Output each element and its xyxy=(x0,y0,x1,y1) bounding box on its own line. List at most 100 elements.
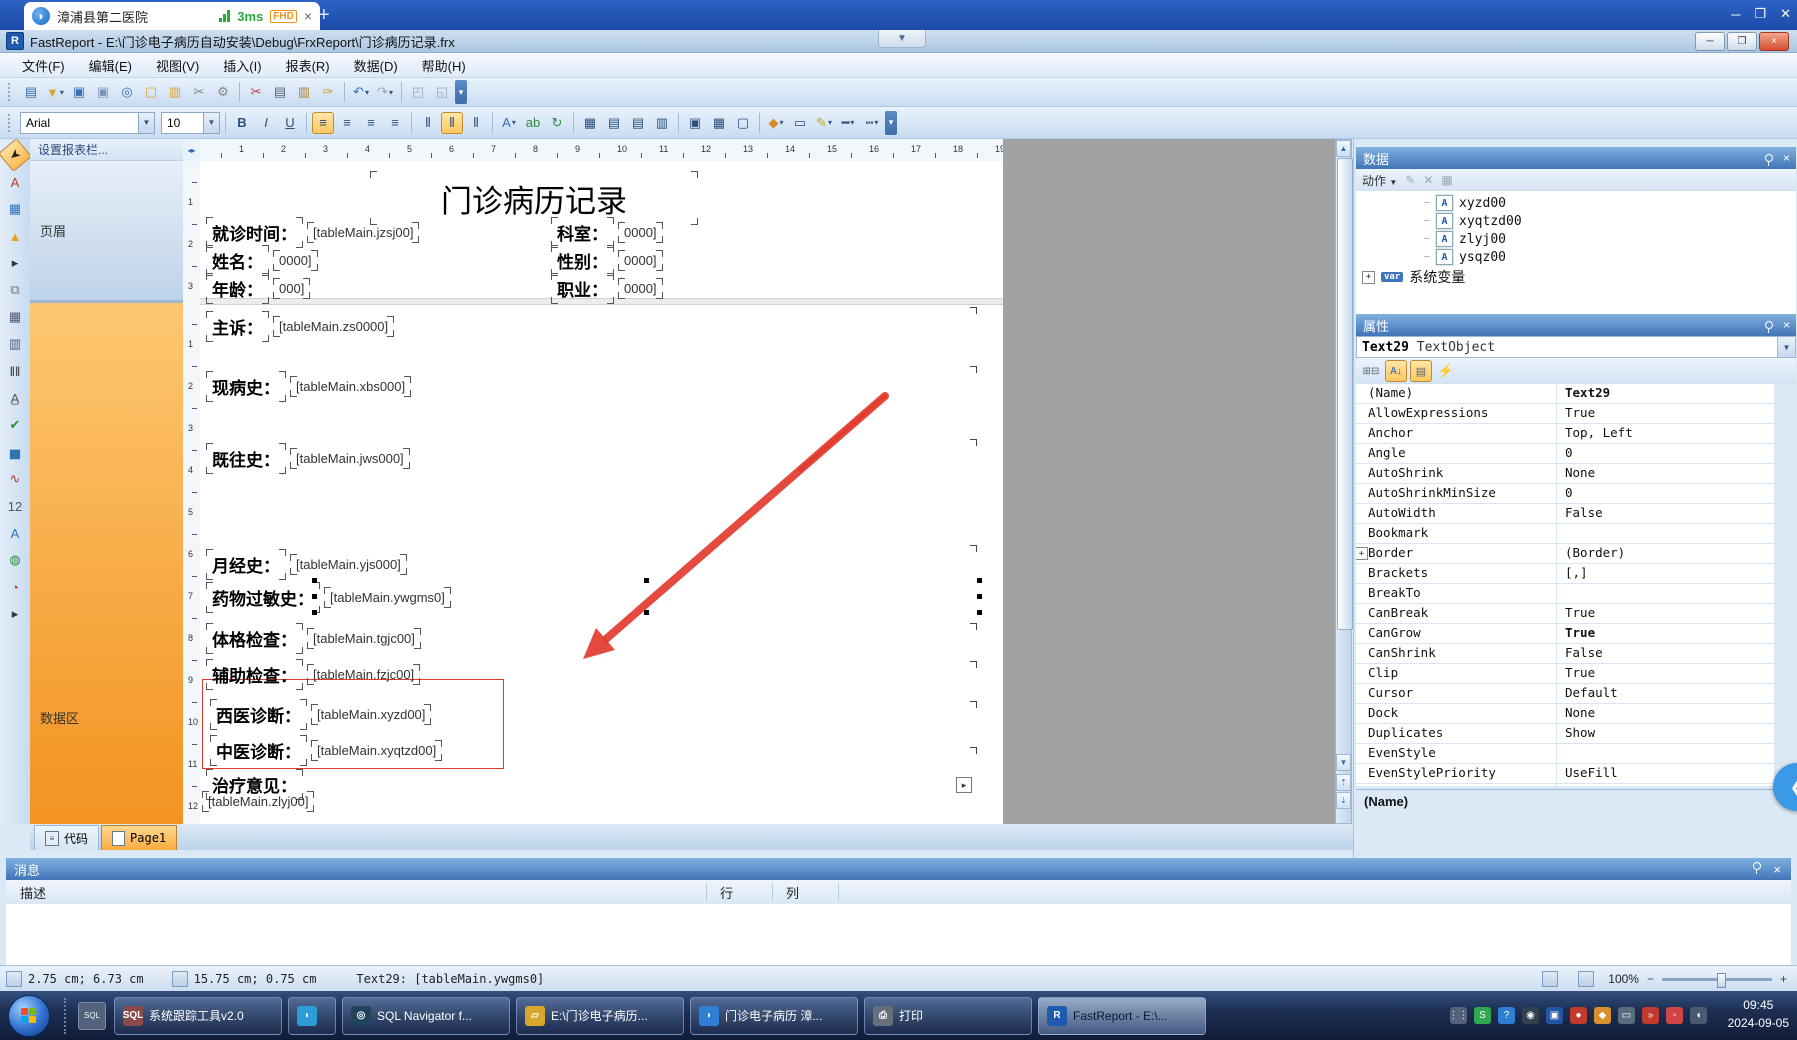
property-value[interactable]: 0 xyxy=(1557,444,1774,463)
property-value[interactable]: 0 xyxy=(1557,484,1774,503)
map-tool[interactable]: ◍ xyxy=(3,548,27,572)
field-value[interactable]: 0000] xyxy=(618,222,663,243)
tray-blue-icon[interactable]: ▣ xyxy=(1546,1007,1563,1024)
valign-center-button[interactable]: ⫴ xyxy=(441,111,463,134)
col-row[interactable]: 行 xyxy=(720,883,733,902)
report-field-14[interactable]: 中医诊断： [tableMain.xyqtzd00] xyxy=(210,735,442,766)
selection-handle[interactable] xyxy=(644,578,649,583)
whole-page-icon[interactable] xyxy=(1578,971,1595,987)
property-row-AutoWidth[interactable]: AutoWidth False xyxy=(1356,504,1774,524)
property-value[interactable]: Show xyxy=(1557,724,1774,743)
browser-minimize-button[interactable]: ─ xyxy=(1731,7,1740,22)
line-style-button[interactable]: ┅ ▾ xyxy=(861,112,883,134)
tray-s-icon[interactable]: S xyxy=(1474,1007,1491,1024)
property-value[interactable]: [,] xyxy=(1557,564,1774,583)
italic-button[interactable]: I xyxy=(255,112,277,134)
border-left-button[interactable]: ▥ xyxy=(651,112,673,134)
tray-sync-icon[interactable]: » xyxy=(1642,1007,1659,1024)
ungroup-icon[interactable]: ◱ xyxy=(431,81,453,103)
property-value[interactable]: Default xyxy=(1557,684,1774,703)
toolbar-overflow-icon[interactable]: ▾ xyxy=(885,110,897,135)
border-outer-button[interactable]: ▣ xyxy=(684,112,706,134)
gauge-tool[interactable]: ◔ xyxy=(3,575,27,599)
align-justify-button[interactable]: ≡ xyxy=(384,112,406,134)
scroll-thumb[interactable] xyxy=(1337,158,1353,630)
selection-handle[interactable] xyxy=(977,610,982,615)
property-value[interactable]: True xyxy=(1557,784,1774,786)
property-value[interactable]: None xyxy=(1557,704,1774,723)
pin-icon[interactable] xyxy=(1764,321,1773,333)
zoom-slider-thumb[interactable] xyxy=(1716,972,1726,988)
property-value[interactable]: UseFill xyxy=(1557,764,1774,783)
new-report-icon[interactable]: ▤ xyxy=(20,81,42,103)
selection-handle[interactable] xyxy=(644,610,649,615)
menu-item-4[interactable]: 报表(R) xyxy=(274,53,342,78)
property-row-CanGrow[interactable]: CanGrow True xyxy=(1356,624,1774,644)
report-field-12[interactable]: 辅助检查： [tableMain.fzjc00] xyxy=(206,659,420,690)
object-selector-combo[interactable]: Text29 TextObject ▼ xyxy=(1356,336,1796,358)
report-page[interactable]: 门诊病历记录 ▸ 就诊时间： [tableMain.jzsj00] 科室： 0000]… xyxy=(200,161,1003,824)
property-row-Cursor[interactable]: Cursor Default xyxy=(1356,684,1774,704)
property-value[interactable]: (Border) xyxy=(1557,544,1774,563)
property-value[interactable] xyxy=(1557,584,1774,603)
new-page-icon[interactable]: ▢ xyxy=(140,81,162,103)
data-band[interactable]: 数据区 xyxy=(30,303,183,824)
barcode-tool[interactable]: ‖‖ xyxy=(3,359,27,383)
window-close-button[interactable]: × xyxy=(1759,32,1789,51)
cut-icon[interactable]: ✂ xyxy=(245,81,267,103)
zoom-slider[interactable] xyxy=(1661,972,1772,988)
property-row-AutoShrink[interactable]: AutoShrink None xyxy=(1356,464,1774,484)
report-field-3[interactable]: 性别： 0000] xyxy=(551,245,663,276)
taskbar-button-2[interactable]: ◎ SQL Navigator f... xyxy=(342,996,510,1035)
start-button[interactable] xyxy=(8,994,50,1037)
toolbar-overflow-icon[interactable]: ▾ xyxy=(455,80,467,104)
chart-tool[interactable]: ▅ xyxy=(3,440,27,464)
field-value[interactable]: [tableMain.zs0000] xyxy=(273,316,394,337)
redo-icon[interactable]: ↷ ▾ xyxy=(374,81,396,103)
tray-shield-icon[interactable]: ◆ xyxy=(1594,1007,1611,1024)
underline-button[interactable]: U xyxy=(279,112,301,134)
selection-handle[interactable] xyxy=(312,594,317,599)
report-field-10[interactable]: 药物过敏史： [tableMain.ywgms0] xyxy=(206,582,451,613)
numbering-tool[interactable]: 12 xyxy=(3,494,27,518)
report-field-1[interactable]: 科室： 0000] xyxy=(551,217,663,248)
field-value[interactable]: 0000] xyxy=(273,250,318,271)
table-tool[interactable]: ▦ xyxy=(3,305,27,329)
menu-item-1[interactable]: 编辑(E) xyxy=(77,53,144,78)
property-value[interactable]: Text29 xyxy=(1557,384,1774,403)
field-value[interactable]: [tableMain.fzjc00] xyxy=(307,664,420,685)
fill-color-button[interactable]: ◆ ▾ xyxy=(765,112,787,134)
rotate-text-button[interactable]: ↻ xyxy=(546,112,568,134)
shapes-tool[interactable]: ▲ xyxy=(3,224,27,248)
more-shapes[interactable]: ▸ xyxy=(3,251,27,275)
property-row-Anchor[interactable]: Anchor Top, Left xyxy=(1356,424,1774,444)
border-all-button[interactable]: ▦ xyxy=(579,112,601,134)
border-none-button[interactable]: ▢ xyxy=(732,112,754,134)
pin-icon[interactable] xyxy=(1753,861,1762,874)
tray-help-icon[interactable]: ? xyxy=(1498,1007,1515,1024)
line-chart-tool[interactable]: ∿ xyxy=(3,467,27,491)
text-tool[interactable]: A xyxy=(3,170,27,194)
property-row-Clip[interactable]: Clip True xyxy=(1356,664,1774,684)
checkbox-tool[interactable]: ✔ xyxy=(3,413,27,437)
property-value[interactable]: True xyxy=(1557,664,1774,683)
page-view-icon[interactable] xyxy=(1542,971,1559,987)
tab-code[interactable]: ≡ 代码 xyxy=(34,825,100,850)
tree-item-zlyj00[interactable]: ┄ Azlyj00 xyxy=(1424,231,1506,247)
field-value[interactable]: [tableMain.jzsj00] xyxy=(307,222,419,243)
line-color-button[interactable]: ✎ ▾ xyxy=(813,112,835,134)
taskbar-button-3[interactable]: ▱ E:\门诊电子病历... xyxy=(516,996,684,1035)
report-field-6[interactable]: 主诉： [tableMain.zs0000] xyxy=(206,311,394,342)
field-tool[interactable]: A xyxy=(3,521,27,545)
chevron-down-icon[interactable]: ▼ xyxy=(138,112,154,133)
next-page-icon[interactable]: ⇣ xyxy=(1336,792,1351,809)
property-row-EvenStylePriority[interactable]: EvenStylePriority UseFill xyxy=(1356,764,1774,784)
canvas-vscrollbar[interactable]: ▲ ▼ ⇡ ⇣ xyxy=(1335,139,1353,824)
message-list[interactable] xyxy=(6,904,1791,965)
tree-item-xyqtzd00[interactable]: ┄ Axyqtzd00 xyxy=(1424,213,1522,229)
close-icon[interactable]: × xyxy=(1783,318,1790,332)
field-value[interactable]: 000] xyxy=(273,278,310,299)
scroll-up-icon[interactable]: ▲ xyxy=(1336,140,1351,157)
field-value[interactable]: [tableMain.zlyj00] xyxy=(202,791,314,812)
taskbar-button-0[interactable]: SQL 系统跟踪工具v2.0 xyxy=(114,996,282,1035)
